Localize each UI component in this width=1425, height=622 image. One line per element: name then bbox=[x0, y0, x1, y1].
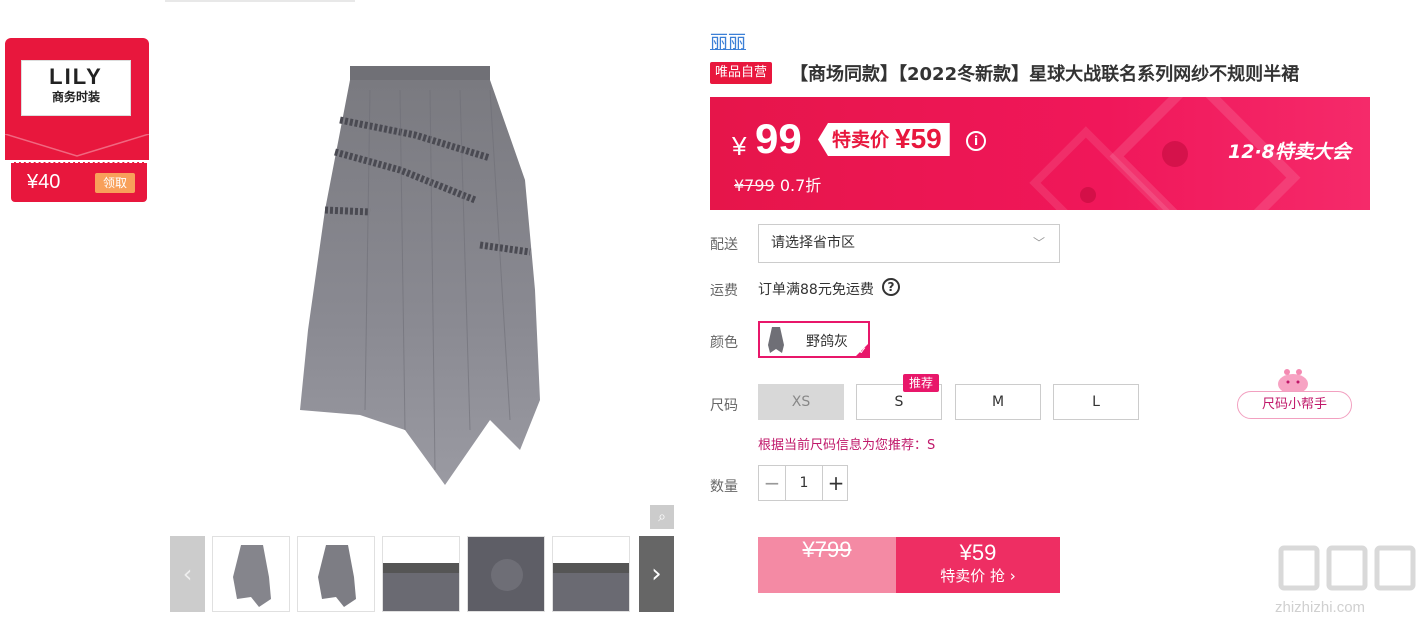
thumbnail-1[interactable] bbox=[212, 536, 290, 612]
region-select[interactable]: 请选择省市区 ﹀ bbox=[758, 224, 1060, 263]
buy-action[interactable]: ¥59 特卖价 抢 › bbox=[896, 537, 1060, 593]
quantity-input[interactable]: 1 bbox=[785, 466, 823, 500]
buy-button[interactable]: ¥799 ¥59 特卖价 抢 › bbox=[758, 537, 1060, 593]
event-name: 12·8特卖大会 bbox=[1228, 141, 1351, 163]
current-price: 99 bbox=[755, 115, 802, 162]
shipping-text: 订单满88元免运费 bbox=[758, 282, 874, 298]
top-divider bbox=[165, 0, 355, 2]
self-operated-badge: 唯品自营 bbox=[710, 62, 773, 84]
special-price-tag: 特卖价 ¥59 bbox=[818, 123, 950, 156]
coupon-amount: ¥40 bbox=[27, 171, 61, 193]
mascot-icon bbox=[1278, 369, 1308, 394]
price-banner: ¥ 99 特卖价 ¥59 i ¥799 0.7折 12·8特卖大会 bbox=[710, 97, 1370, 210]
discount-rate: 0.7折 bbox=[779, 176, 822, 195]
quantity-label: 数量 bbox=[710, 479, 738, 495]
quantity-decrease-button[interactable]: − bbox=[759, 466, 785, 500]
special-price-label: 特卖价 bbox=[832, 129, 890, 151]
buy-original-price-text: ¥799 bbox=[802, 537, 852, 562]
color-swatch bbox=[768, 327, 784, 353]
thumbnail-strip: ‹ › bbox=[170, 536, 674, 614]
product-title: 【商场同款】【2022冬新款】星球大战联名系列网纱不规则半裙 bbox=[790, 64, 1300, 85]
color-name: 野鸽灰 bbox=[806, 334, 848, 350]
size-label: 尺码 bbox=[710, 398, 738, 414]
svg-text:zhizhizhi.com: zhizhizhi.com bbox=[1275, 599, 1365, 616]
main-product-image[interactable] bbox=[190, 30, 670, 525]
thumbnail-2[interactable] bbox=[297, 536, 375, 612]
brand-link[interactable]: 丽丽 bbox=[710, 28, 746, 54]
question-icon[interactable]: ? bbox=[882, 278, 900, 296]
price-currency: ¥ bbox=[732, 131, 747, 161]
coupon-header: LILY 商务时装 bbox=[5, 38, 149, 160]
color-label: 颜色 bbox=[710, 335, 738, 351]
chevron-down-icon: ﹀ bbox=[1032, 236, 1045, 250]
special-price: ¥59 bbox=[895, 123, 942, 154]
brand-logo-line2: 商务时装 bbox=[51, 90, 100, 104]
shipping-label: 运费 bbox=[710, 283, 738, 299]
claim-coupon-button[interactable]: 领取 bbox=[95, 173, 135, 193]
magnifier-icon[interactable]: ⌕ bbox=[650, 505, 674, 529]
quantity-increase-button[interactable]: + bbox=[823, 466, 849, 500]
size-option-xs[interactable]: XS bbox=[758, 384, 844, 420]
coupon-footer: ¥40 领取 bbox=[11, 162, 147, 202]
delivery-label: 配送 bbox=[710, 237, 738, 253]
thumbnail-next-button[interactable]: › bbox=[639, 536, 674, 612]
buy-price: ¥59 bbox=[959, 540, 997, 565]
thumbnail-4[interactable] bbox=[467, 536, 545, 612]
thumbnail-3[interactable] bbox=[382, 536, 460, 612]
brand-logo: LILY 商务时装 bbox=[21, 60, 131, 116]
watermark-logo: zhizhizhi.com bbox=[1275, 545, 1416, 616]
size-helper-button[interactable]: 尺码小帮手 bbox=[1237, 391, 1352, 419]
original-price-row: ¥799 0.7折 bbox=[734, 172, 821, 196]
buy-original-price: ¥799 bbox=[758, 537, 896, 593]
buy-action-label: 特卖价 抢 › bbox=[940, 567, 1016, 585]
region-select-placeholder: 请选择省市区 bbox=[771, 235, 855, 251]
quantity-stepper: − 1 + bbox=[758, 465, 848, 501]
size-option-l[interactable]: L bbox=[1053, 384, 1139, 420]
store-coupon[interactable]: LILY 商务时装 ¥40 领取 bbox=[5, 38, 149, 204]
brand-logo-line1: LILY bbox=[49, 64, 103, 89]
banner-decoration bbox=[1080, 187, 1096, 203]
size-recommendation: 根据当前尺码信息为您推荐：S bbox=[758, 438, 936, 453]
info-icon[interactable]: i bbox=[966, 131, 986, 151]
size-option-m[interactable]: M bbox=[955, 384, 1041, 420]
thumbnail-prev-button[interactable]: ‹ bbox=[170, 536, 205, 612]
original-price: ¥799 bbox=[734, 176, 775, 195]
banner-decoration bbox=[1162, 141, 1188, 167]
recommend-badge: 推荐 bbox=[903, 374, 940, 392]
check-icon: ✓ bbox=[858, 346, 867, 357]
color-option-selected[interactable]: 野鸽灰 ✓ bbox=[758, 321, 870, 358]
coupon-fold-decoration bbox=[5, 134, 149, 157]
thumbnail-5[interactable] bbox=[552, 536, 630, 612]
